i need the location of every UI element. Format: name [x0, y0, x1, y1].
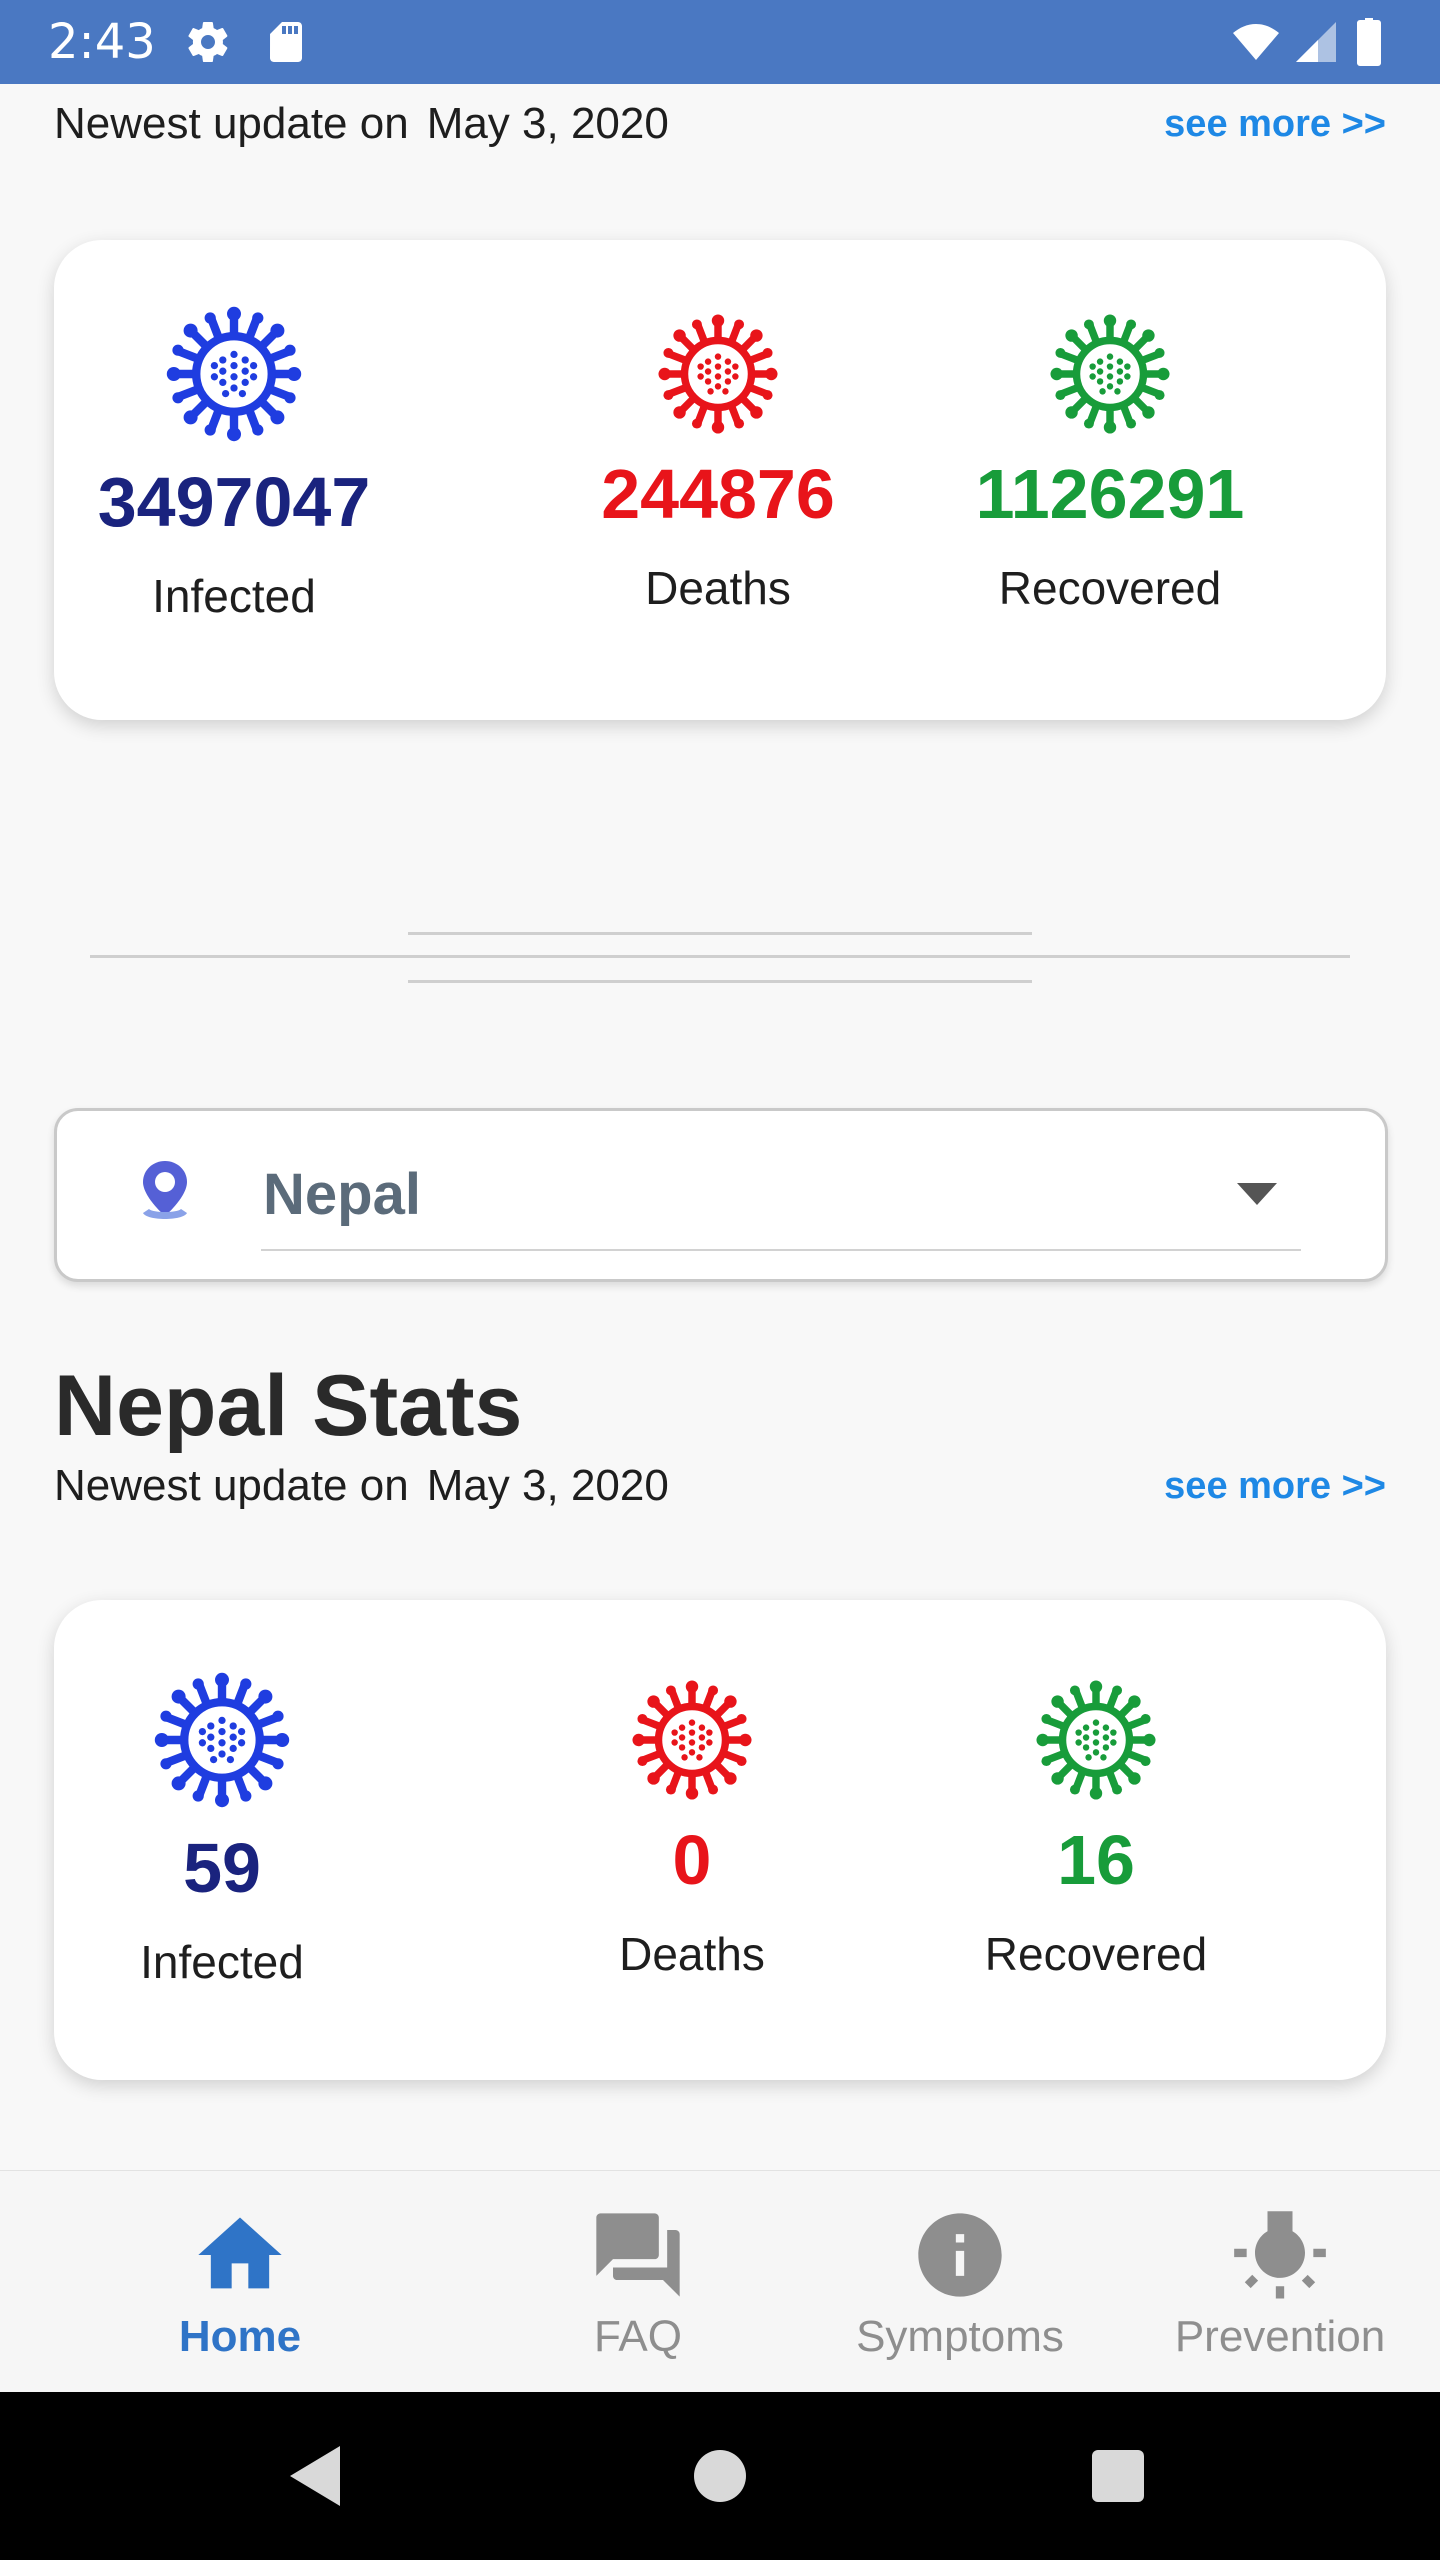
virus-icon: [656, 312, 780, 436]
country-infected-stat: 59 Infected: [42, 1670, 402, 1990]
home-button[interactable]: [680, 2436, 760, 2516]
divider-line: [90, 955, 1350, 958]
divider-line: [408, 980, 1032, 983]
wifi-icon: [1228, 18, 1284, 66]
virus-icon: [630, 1678, 754, 1802]
country-recovered-stat: 16 Recovered: [916, 1678, 1276, 1982]
nav-item-symptoms[interactable]: Symptoms: [820, 2171, 1100, 2393]
nav-item-prevention[interactable]: Prevention: [1140, 2171, 1420, 2393]
sd-card-icon: [262, 18, 310, 66]
global-see-more-link[interactable]: see more >>: [1164, 98, 1386, 150]
global-update-prefix: Newest update on: [54, 99, 409, 148]
nav-label-home: Home: [178, 2312, 302, 2361]
nav-label-symptoms: Symptoms: [856, 2312, 1064, 2361]
status-time: 2:43: [48, 14, 156, 70]
location-pin-icon: [129, 1157, 201, 1229]
country-deaths-stat: 0 Deaths: [512, 1678, 872, 1982]
country-deaths-label: Deaths: [619, 1928, 765, 1980]
global-infected-stat: 3497047 Infected: [54, 304, 414, 624]
virus-icon: [152, 1670, 292, 1810]
home-icon: [198, 2217, 282, 2289]
nav-label-prevention: Prevention: [1174, 2312, 1386, 2361]
home-circle-icon: [694, 2450, 746, 2502]
country-see-more-link[interactable]: see more >>: [1164, 1460, 1386, 1512]
info-icon: [918, 2213, 1002, 2297]
nav-item-faq[interactable]: FAQ: [518, 2171, 758, 2393]
back-icon: [290, 2446, 340, 2506]
global-recovered-stat: 1126291 Recovered: [930, 312, 1290, 616]
recents-button[interactable]: [1078, 2436, 1158, 2516]
country-stats-card: 59 Infected 0 Deaths 16 Recovered: [54, 1600, 1386, 2080]
country-update-date: May 3, 2020: [426, 1461, 669, 1510]
nav-label-faq: FAQ: [593, 2312, 683, 2361]
chevron-down-icon[interactable]: [1237, 1183, 1277, 1205]
global-deaths-label: Deaths: [645, 562, 791, 614]
status-bar: 2:43: [0, 0, 1440, 84]
lightbulb-icon: [1234, 2211, 1326, 2299]
global-deaths-value: 244876: [601, 455, 835, 533]
bottom-navigation: Home FAQ Symptoms Prevention: [0, 2170, 1440, 2393]
country-recovered-label: Recovered: [984, 1928, 1208, 1980]
country-recovered-value: 16: [1057, 1821, 1135, 1899]
selector-underline: [261, 1249, 1301, 1251]
global-infected-value: 3497047: [97, 463, 371, 541]
country-update-prefix: Newest update on: [54, 1461, 409, 1510]
country-update-line: Newest update on May 3, 2020: [54, 1460, 669, 1512]
global-recovered-value: 1126291: [975, 455, 1245, 533]
country-infected-label: Infected: [140, 1936, 304, 1988]
virus-icon: [164, 304, 304, 444]
global-update-date: May 3, 2020: [426, 99, 669, 148]
country-stats-title: Nepal Stats: [54, 1358, 523, 1454]
system-navigation-bar: [0, 2392, 1440, 2560]
virus-icon: [1034, 1678, 1158, 1802]
virus-icon: [1048, 312, 1172, 436]
signal-icon: [1292, 18, 1340, 66]
battery-icon: [1354, 18, 1390, 66]
global-recovered-label: Recovered: [998, 562, 1222, 614]
divider-line: [408, 932, 1032, 935]
country-selector[interactable]: Nepal: [54, 1108, 1388, 1282]
nav-item-home[interactable]: Home: [120, 2171, 360, 2393]
settings-icon: [184, 18, 232, 66]
selected-country: Nepal: [263, 1162, 421, 1227]
global-infected-label: Infected: [152, 570, 316, 622]
forum-icon: [596, 2213, 680, 2297]
recents-icon: [1092, 2450, 1144, 2502]
country-deaths-value: 0: [672, 1821, 712, 1899]
back-button[interactable]: [278, 2436, 358, 2516]
global-deaths-stat: 244876 Deaths: [538, 312, 898, 616]
global-update-line: Newest update on May 3, 2020: [54, 98, 669, 150]
global-stats-card: 3497047 Infected 244876 Deaths 1126291 R…: [54, 240, 1386, 720]
country-infected-value: 59: [183, 1829, 261, 1907]
